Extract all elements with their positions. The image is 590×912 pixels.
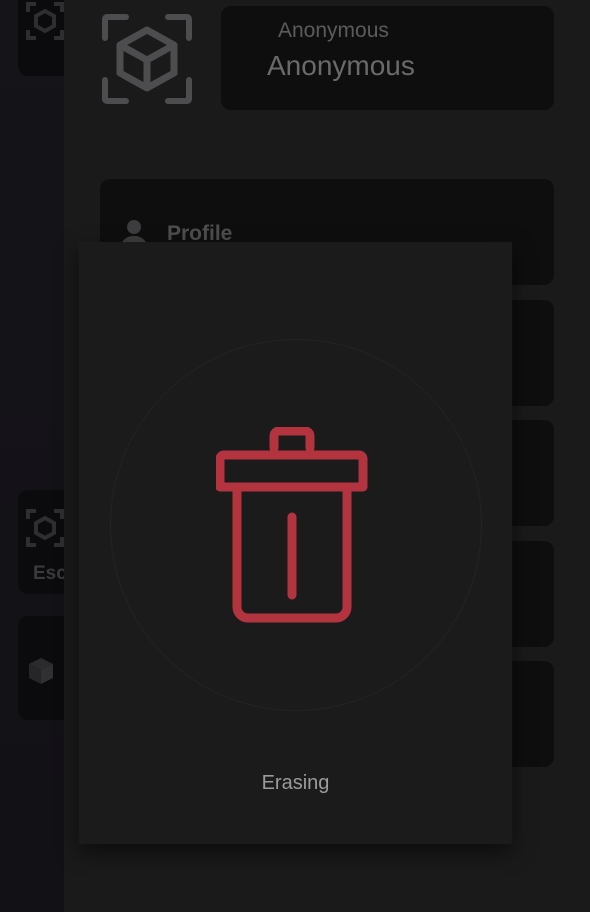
cube-scan-icon xyxy=(26,2,64,40)
cube-scan-icon xyxy=(26,509,64,547)
account-name-caption: Anonymous xyxy=(278,19,389,42)
screen: Esc Anonymous Anonymous Profile Erasing xyxy=(0,0,590,912)
status-text: Erasing xyxy=(261,772,330,794)
background-left-strip: Esc xyxy=(0,0,78,912)
erasing-dialog: Erasing xyxy=(79,242,512,844)
trash-icon xyxy=(216,427,368,623)
app-logo-icon xyxy=(102,14,192,104)
cube-icon xyxy=(29,658,53,684)
account-card[interactable]: Anonymous Anonymous xyxy=(221,6,554,110)
background-tile-label: Esc xyxy=(33,563,67,584)
account-name: Anonymous xyxy=(267,50,415,81)
